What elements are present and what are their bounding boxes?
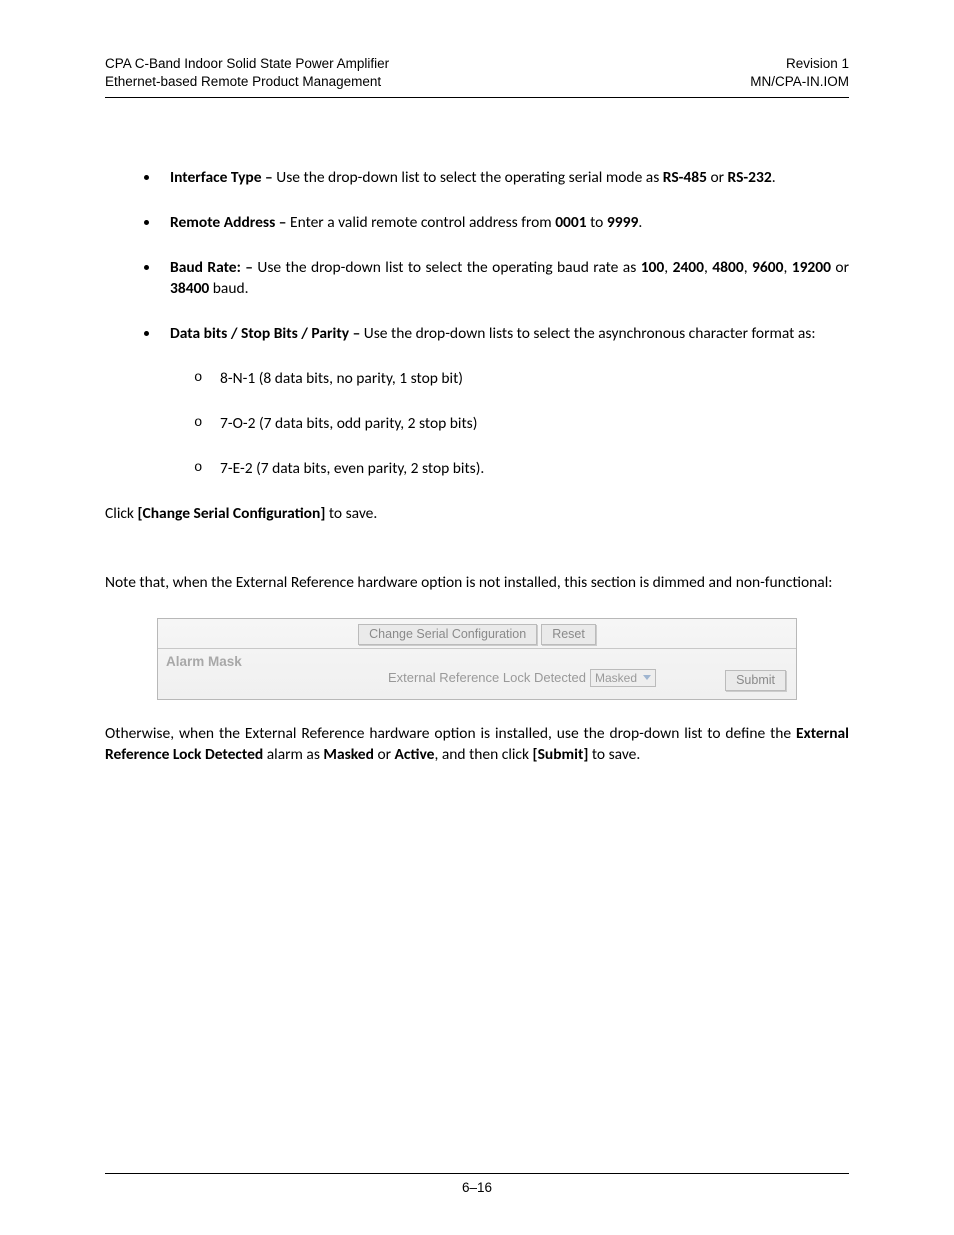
para-otherwise: Otherwise, when the External Reference h…: [105, 724, 849, 766]
page: CPA C-Band Indoor Solid State Power Ampl…: [0, 0, 954, 1235]
page-header: CPA C-Band Indoor Solid State Power Ampl…: [105, 55, 849, 98]
label: Data bits / Stop Bits / Parity –: [170, 324, 360, 343]
bullet-list: Interface Type – Use the drop-down list …: [135, 168, 849, 479]
content: Interface Type – Use the drop-down list …: [105, 168, 849, 765]
label: Remote Address –: [170, 213, 287, 232]
header-left-line2: Ethernet-based Remote Product Management: [105, 74, 381, 89]
label: Baud Rate: –: [170, 258, 253, 277]
masked-select[interactable]: Masked: [590, 669, 656, 687]
field-label: External Reference Lock Detected: [388, 669, 586, 687]
bullet-remote-address: Remote Address – Enter a valid remote co…: [160, 213, 849, 234]
figure-top-row: Change Serial Configuration Reset: [158, 619, 796, 649]
header-right: Revision 1 MN/CPA-IN.IOM: [750, 55, 849, 91]
para-click-change: Click [Change Serial Configuration] to s…: [105, 504, 849, 525]
header-right-line1: Revision 1: [786, 56, 849, 71]
chevron-down-icon: [643, 675, 651, 680]
label: Interface Type –: [170, 168, 273, 187]
figure-bottom-row: Alarm Mask External Reference Lock Detec…: [158, 649, 796, 699]
sub-item-7e2: 7-E-2 (7 data bits, even parity, 2 stop …: [190, 459, 849, 480]
change-serial-button[interactable]: Change Serial Configuration: [358, 624, 537, 645]
bullet-data-bits: Data bits / Stop Bits / Parity – Use the…: [160, 324, 849, 480]
figure-alarm-mask: Change Serial Configuration Reset Alarm …: [157, 618, 797, 700]
header-left-line1: CPA C-Band Indoor Solid State Power Ampl…: [105, 56, 389, 71]
figure-center: External Reference Lock Detected Masked: [158, 657, 796, 699]
bullet-interface-type: Interface Type – Use the drop-down list …: [160, 168, 849, 189]
sub-list: 8-N-1 (8 data bits, no parity, 1 stop bi…: [170, 369, 849, 480]
header-left: CPA C-Band Indoor Solid State Power Ampl…: [105, 55, 389, 91]
sub-item-7o2: 7-O-2 (7 data bits, odd parity, 2 stop b…: [190, 414, 849, 435]
page-footer: 6–16: [105, 1173, 849, 1195]
page-number: 6–16: [462, 1180, 492, 1195]
sub-item-8n1: 8-N-1 (8 data bits, no parity, 1 stop bi…: [190, 369, 849, 390]
para-note: Note that, when the External Reference h…: [105, 573, 849, 594]
reset-button[interactable]: Reset: [541, 624, 596, 645]
submit-button[interactable]: Submit: [725, 670, 786, 691]
header-right-line2: MN/CPA-IN.IOM: [750, 74, 849, 89]
section-title: Alarm Mask: [166, 653, 242, 671]
bullet-baud-rate: Baud Rate: – Use the drop-down list to s…: [160, 258, 849, 300]
